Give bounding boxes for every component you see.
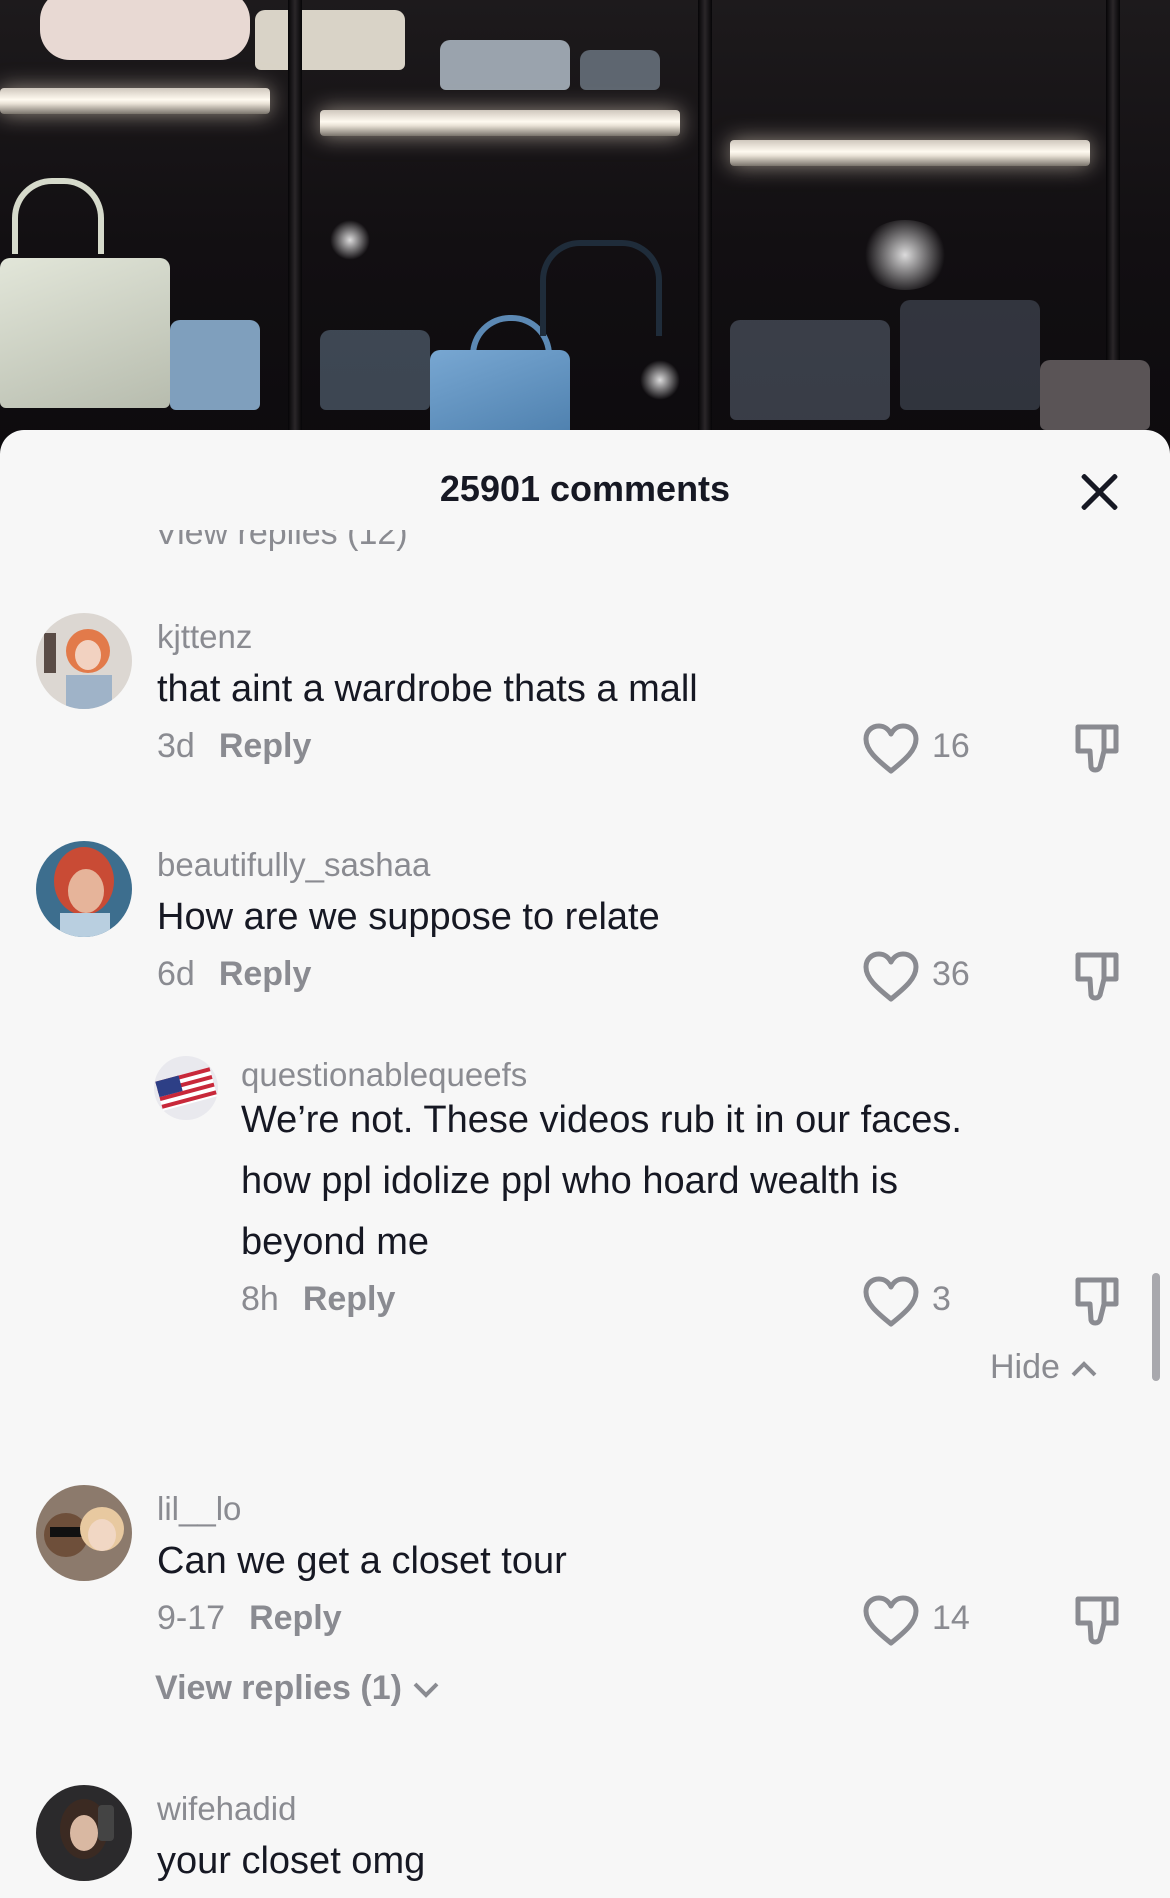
light-reflection xyxy=(330,220,370,260)
avatar[interactable] xyxy=(154,1056,218,1120)
shelf-light xyxy=(320,110,680,136)
shelf-light xyxy=(730,140,1090,166)
like-count: 36 xyxy=(932,955,970,993)
comment-count: 25901 comments xyxy=(439,468,731,509)
comment-username[interactable]: wifehadid xyxy=(157,1790,296,1828)
comments-sheet: 25901 comments View replies (12) kjttenz… xyxy=(0,430,1170,1898)
dislike-icon[interactable] xyxy=(1070,1593,1124,1647)
bag-item xyxy=(320,330,430,410)
bag-item xyxy=(255,10,405,70)
glass-divider xyxy=(698,0,712,450)
bag-item xyxy=(1040,360,1150,430)
like-count: 3 xyxy=(932,1280,951,1318)
scrollbar[interactable] xyxy=(1152,1273,1160,1381)
heart-icon[interactable] xyxy=(862,951,920,1003)
avatar[interactable] xyxy=(36,1485,132,1581)
shelf-light xyxy=(0,88,270,114)
close-icon[interactable] xyxy=(1078,470,1122,514)
comment-text: that aint a wardrobe thats a mall xyxy=(157,668,698,710)
like-count: 16 xyxy=(932,727,970,765)
view-replies-collapsed[interactable]: View replies (12) xyxy=(155,530,408,558)
reply-button[interactable]: Reply xyxy=(303,1280,396,1318)
view-replies-button[interactable]: View replies (1) xyxy=(155,1669,441,1708)
comment-time: 9-17 xyxy=(157,1599,226,1637)
bag-item xyxy=(430,350,570,440)
comment-time: 3d xyxy=(157,727,195,765)
comment-meta: 6d Reply xyxy=(157,955,311,994)
bag-item xyxy=(40,0,250,60)
bag-item xyxy=(170,320,260,410)
comment-meta: 3d Reply xyxy=(157,727,311,766)
bag-item xyxy=(730,320,890,420)
reply-button[interactable]: Reply xyxy=(219,727,312,765)
heart-icon[interactable] xyxy=(862,723,920,775)
bag-handle xyxy=(12,178,104,254)
avatar[interactable] xyxy=(36,1785,132,1881)
chevron-up-icon xyxy=(1071,1361,1097,1377)
reply-button[interactable]: Reply xyxy=(219,955,312,993)
heart-icon[interactable] xyxy=(862,1276,920,1328)
dislike-icon[interactable] xyxy=(1070,949,1124,1003)
avatar[interactable] xyxy=(36,841,132,937)
avatar[interactable] xyxy=(36,613,132,709)
comments-header: 25901 comments xyxy=(0,430,1170,542)
video-background[interactable] xyxy=(0,0,1170,450)
light-reflection xyxy=(640,360,680,400)
like-count: 14 xyxy=(932,1599,970,1637)
comment-time: 8h xyxy=(241,1280,279,1318)
comment-username[interactable]: lil__lo xyxy=(157,1490,241,1528)
comment-text: How are we suppose to relate xyxy=(157,896,660,938)
comment-username[interactable]: questionablequeefs xyxy=(241,1056,527,1094)
comment-meta: 9-17 Reply xyxy=(157,1599,342,1638)
bag-item xyxy=(0,258,170,408)
light-reflection xyxy=(860,220,950,290)
hide-replies-button[interactable]: Hide xyxy=(990,1348,1099,1387)
reply-button[interactable]: Reply xyxy=(249,1599,342,1637)
dislike-icon[interactable] xyxy=(1070,721,1124,775)
bag-handle xyxy=(540,240,662,336)
comment-username[interactable]: kjttenz xyxy=(157,618,252,656)
comment-meta: 8h Reply xyxy=(241,1280,395,1319)
comment-text: your closet omg xyxy=(157,1840,426,1882)
dislike-icon[interactable] xyxy=(1070,1274,1124,1328)
chevron-down-icon xyxy=(413,1682,439,1698)
heart-icon[interactable] xyxy=(862,1595,920,1647)
comment-text: We’re not. These videos rub it in our fa… xyxy=(241,1099,962,1263)
glass-divider xyxy=(288,0,302,450)
bag-item xyxy=(440,40,570,90)
comment-text: Can we get a closet tour xyxy=(157,1540,567,1582)
comment-time: 6d xyxy=(157,955,195,993)
bag-item xyxy=(900,300,1040,410)
bag-item xyxy=(580,50,660,90)
comment-username[interactable]: beautifully_sashaa xyxy=(157,846,430,884)
